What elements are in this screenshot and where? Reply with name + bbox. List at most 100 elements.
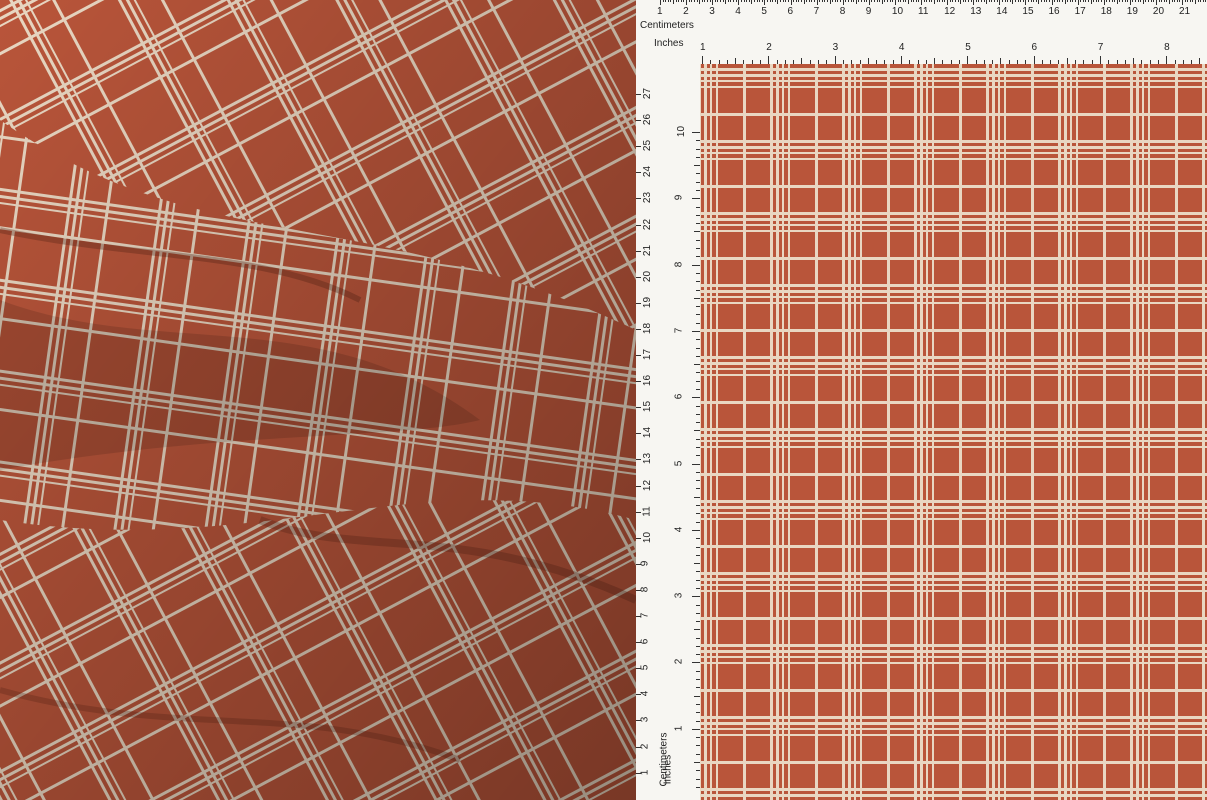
inch-tick-label: 8: [1164, 42, 1170, 53]
ruler-tick: [1059, 0, 1061, 2]
ruler-tick: [785, 0, 787, 2]
ruler-tick: [939, 0, 941, 2]
ruler-tick: [1187, 0, 1189, 2]
ruler-tick: [1195, 0, 1197, 4]
ruler-tick: [845, 0, 847, 2]
ruler-tick: [636, 642, 641, 644]
ruler-tick: [1093, 0, 1095, 2]
ruler-tick: [1054, 0, 1056, 2]
ruler-tick: [800, 0, 802, 2]
ruler-tick: [988, 0, 990, 2]
ruler-tick: [727, 0, 729, 2]
ruler-tick: [692, 529, 700, 531]
ruler-tick: [761, 0, 763, 2]
ruler-tick: [740, 0, 742, 2]
cm-tick-label: 5: [761, 6, 767, 17]
ruler-tick: [1121, 0, 1123, 2]
ruler-tick: [1103, 0, 1105, 5]
ruler-tick: [1061, 0, 1063, 2]
ruler-tick: [897, 0, 899, 2]
ruler-tick: [957, 0, 959, 2]
ruler-tick: [1137, 0, 1139, 2]
ruler-tick: [692, 596, 700, 598]
ruler-tick: [782, 0, 784, 2]
ruler-tick: [1182, 0, 1183, 5]
ruler-tick: [1014, 0, 1016, 2]
ruler-tick: [696, 0, 698, 2]
ruler-tick: [636, 224, 641, 226]
ruler-tick: [834, 0, 836, 2]
ruler-tick: [1129, 0, 1131, 5]
ruler-tick: [819, 0, 821, 2]
left-inches-label: Inches: [662, 754, 674, 785]
ruler-tick: [808, 0, 810, 2]
cm-tick-label-vertical: 17: [642, 348, 654, 361]
ruler-tick: [699, 0, 701, 4]
cm-tick-label: 13: [970, 6, 982, 17]
cm-tick-label-vertical: 21: [642, 244, 654, 256]
ruler-tick: [1020, 0, 1022, 2]
ruler-tick: [702, 56, 703, 64]
cm-tick-label-vertical: 23: [642, 192, 654, 204]
ruler-tick: [1035, 0, 1037, 2]
ruler-tick: [1095, 0, 1097, 2]
ruler-tick: [858, 0, 860, 2]
ruler-tick: [787, 0, 789, 2]
inch-tick-label-vertical: 1: [673, 725, 685, 731]
ruler-tick: [692, 728, 700, 730]
ruler-tick: [918, 0, 920, 2]
ruler-tick: [1127, 0, 1129, 2]
cm-tick-label: 20: [1152, 6, 1165, 17]
ruler-tick: [1069, 0, 1071, 2]
ruler-tick: [1116, 0, 1118, 4]
ruler-tick: [692, 662, 700, 664]
ruler-tick: [678, 0, 680, 2]
ruler-tick: [973, 0, 975, 5]
ruler-tick: [704, 0, 706, 2]
ruler-tick: [884, 0, 886, 2]
ruler-tick: [636, 355, 641, 356]
inch-tick-label-vertical: 7: [673, 327, 685, 334]
cm-tick-label-vertical: 16: [642, 375, 654, 387]
ruler-tick: [1025, 0, 1027, 5]
ruler-tick: [636, 276, 641, 278]
cm-tick-label: 21: [1179, 6, 1191, 17]
ruler-tick: [921, 0, 922, 5]
ruler-tick: [660, 0, 661, 5]
ruler-tick: [670, 0, 672, 2]
ruler-tick: [692, 330, 700, 332]
ruler-tick: [1009, 0, 1011, 2]
cm-tick-label-vertical: 26: [642, 114, 654, 126]
ruler-tick: [692, 463, 700, 465]
ruler-tick: [928, 0, 930, 2]
ruler-tick: [1072, 0, 1074, 2]
ruler-tick: [949, 0, 951, 2]
ruler-tick: [692, 132, 700, 133]
ruler-tick: [1043, 0, 1045, 2]
ruler-tick: [902, 0, 904, 2]
ruler-tick: [780, 0, 782, 2]
ruler-tick: [636, 772, 641, 774]
ruler-tick: [850, 0, 852, 2]
ruler-tick: [1001, 0, 1003, 2]
ruler-tick: [759, 0, 761, 2]
ruler-tick: [853, 0, 855, 2]
cm-tick-label: 3: [709, 6, 715, 17]
ruler-tick: [636, 563, 641, 565]
ruler-tick: [688, 0, 690, 2]
cm-tick-label: 8: [839, 6, 846, 17]
inch-tick-label-vertical: 8: [673, 261, 685, 267]
ruler-tick: [996, 0, 998, 2]
ruler-tick: [1153, 0, 1155, 2]
ruler-tick: [636, 407, 641, 409]
ruler-tick: [756, 0, 758, 2]
inch-tick-label: 5: [965, 42, 971, 53]
ruler-tick: [1033, 0, 1035, 2]
ruler-tick: [970, 0, 972, 2]
ruler-tick: [1114, 0, 1116, 2]
ruler-tick: [1106, 0, 1108, 2]
ruler-tick: [1080, 0, 1082, 2]
ruler-tick: [1074, 0, 1076, 2]
ruler-tick: [667, 0, 669, 2]
ruler-tick: [1088, 0, 1090, 2]
